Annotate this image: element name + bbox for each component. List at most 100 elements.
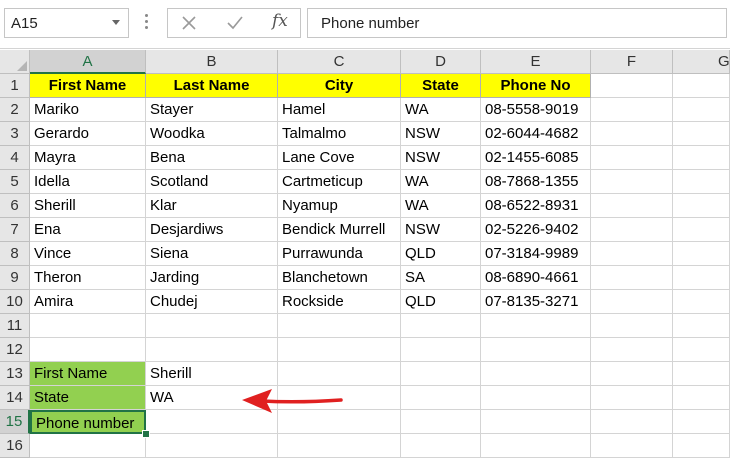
cell-e12[interactable] — [481, 338, 591, 362]
table-cell[interactable]: Theron — [30, 266, 146, 290]
cell-f2[interactable] — [591, 98, 673, 122]
cell-e11[interactable] — [481, 314, 591, 338]
table-cell[interactable]: Hamel — [278, 98, 401, 122]
lookup-value-cell[interactable]: Sherill — [146, 362, 278, 386]
cell-g10[interactable] — [673, 290, 730, 314]
table-header-cell[interactable]: Phone No — [481, 74, 591, 98]
table-cell[interactable]: 02-5226-9402 — [481, 218, 591, 242]
cell-e15[interactable] — [481, 410, 591, 434]
cell-e14[interactable] — [481, 386, 591, 410]
cell-b16[interactable] — [146, 434, 278, 458]
table-header-cell[interactable]: City — [278, 74, 401, 98]
cell-d16[interactable] — [401, 434, 481, 458]
table-cell[interactable]: Stayer — [146, 98, 278, 122]
table-cell[interactable]: Rockside — [278, 290, 401, 314]
table-cell[interactable]: QLD — [401, 290, 481, 314]
cell-f14[interactable] — [591, 386, 673, 410]
table-cell[interactable]: Talmalmo — [278, 122, 401, 146]
table-cell[interactable]: 08-6522-8931 — [481, 194, 591, 218]
name-box[interactable]: A15 — [4, 8, 129, 38]
column-header-e[interactable]: E — [481, 50, 591, 74]
table-cell[interactable]: WA — [401, 194, 481, 218]
lookup-label-cell[interactable]: State — [30, 386, 146, 410]
cell-f3[interactable] — [591, 122, 673, 146]
cell-g12[interactable] — [673, 338, 730, 362]
drag-handle-icon[interactable] — [145, 14, 148, 34]
cell-a16[interactable] — [30, 434, 146, 458]
table-header-cell[interactable]: State — [401, 74, 481, 98]
cell-g2[interactable] — [673, 98, 730, 122]
cell-d14[interactable] — [401, 386, 481, 410]
table-cell[interactable]: Jarding — [146, 266, 278, 290]
lookup-label-cell[interactable]: First Name — [30, 362, 146, 386]
table-cell[interactable]: Purrawunda — [278, 242, 401, 266]
cell-g13[interactable] — [673, 362, 730, 386]
table-cell[interactable]: Woodka — [146, 122, 278, 146]
cell-f7[interactable] — [591, 218, 673, 242]
table-cell[interactable]: Bendick Murrell — [278, 218, 401, 242]
cell-f13[interactable] — [591, 362, 673, 386]
cell-c11[interactable] — [278, 314, 401, 338]
cell-f8[interactable] — [591, 242, 673, 266]
table-cell[interactable]: Mayra — [30, 146, 146, 170]
table-header-cell[interactable]: Last Name — [146, 74, 278, 98]
cell-f16[interactable] — [591, 434, 673, 458]
cell-g14[interactable] — [673, 386, 730, 410]
row-header-11[interactable]: 11 — [0, 314, 30, 338]
cell-f6[interactable] — [591, 194, 673, 218]
table-cell[interactable]: Lane Cove — [278, 146, 401, 170]
row-header-9[interactable]: 9 — [0, 266, 30, 290]
row-header-10[interactable]: 10 — [0, 290, 30, 314]
table-cell[interactable]: Sherill — [30, 194, 146, 218]
row-header-6[interactable]: 6 — [0, 194, 30, 218]
cell-f11[interactable] — [591, 314, 673, 338]
cell-b11[interactable] — [146, 314, 278, 338]
cell-f10[interactable] — [591, 290, 673, 314]
table-cell[interactable]: Mariko — [30, 98, 146, 122]
row-header-3[interactable]: 3 — [0, 122, 30, 146]
cancel-icon[interactable] — [180, 14, 198, 32]
cell-f9[interactable] — [591, 266, 673, 290]
cell-f15[interactable] — [591, 410, 673, 434]
row-header-8[interactable]: 8 — [0, 242, 30, 266]
cell-c13[interactable] — [278, 362, 401, 386]
table-header-cell[interactable]: First Name — [30, 74, 146, 98]
formula-input[interactable]: Phone number — [307, 8, 727, 38]
row-header-5[interactable]: 5 — [0, 170, 30, 194]
table-cell[interactable]: 02-6044-4682 — [481, 122, 591, 146]
table-cell[interactable]: Scotland — [146, 170, 278, 194]
cell-g8[interactable] — [673, 242, 730, 266]
column-header-d[interactable]: D — [401, 50, 481, 74]
cell-g7[interactable] — [673, 218, 730, 242]
table-cell[interactable]: WA — [401, 98, 481, 122]
row-header-1[interactable]: 1 — [0, 74, 30, 98]
table-cell[interactable]: 08-7868-1355 — [481, 170, 591, 194]
active-cell[interactable]: Phone number — [30, 410, 146, 434]
column-header-c[interactable]: C — [278, 50, 401, 74]
row-header-7[interactable]: 7 — [0, 218, 30, 242]
table-cell[interactable]: NSW — [401, 218, 481, 242]
chevron-down-icon[interactable] — [112, 20, 120, 25]
row-header-16[interactable]: 16 — [0, 434, 30, 458]
table-cell[interactable]: Cartmeticup — [278, 170, 401, 194]
cell-d12[interactable] — [401, 338, 481, 362]
cell-g16[interactable] — [673, 434, 730, 458]
table-cell[interactable]: Vince — [30, 242, 146, 266]
table-cell[interactable]: 02-1455-6085 — [481, 146, 591, 170]
table-cell[interactable]: Amira — [30, 290, 146, 314]
cell-g15[interactable] — [673, 410, 730, 434]
table-cell[interactable]: Desjardiws — [146, 218, 278, 242]
cell-c12[interactable] — [278, 338, 401, 362]
table-cell[interactable]: WA — [401, 170, 481, 194]
cell-g1[interactable] — [673, 74, 730, 98]
row-header-12[interactable]: 12 — [0, 338, 30, 362]
table-cell[interactable]: Gerardo — [30, 122, 146, 146]
table-cell[interactable]: Siena — [146, 242, 278, 266]
cell-g6[interactable] — [673, 194, 730, 218]
cell-f12[interactable] — [591, 338, 673, 362]
select-all-button[interactable] — [0, 50, 30, 74]
column-header-b[interactable]: B — [146, 50, 278, 74]
cell-d15[interactable] — [401, 410, 481, 434]
table-cell[interactable]: Ena — [30, 218, 146, 242]
cell-f1[interactable] — [591, 74, 673, 98]
